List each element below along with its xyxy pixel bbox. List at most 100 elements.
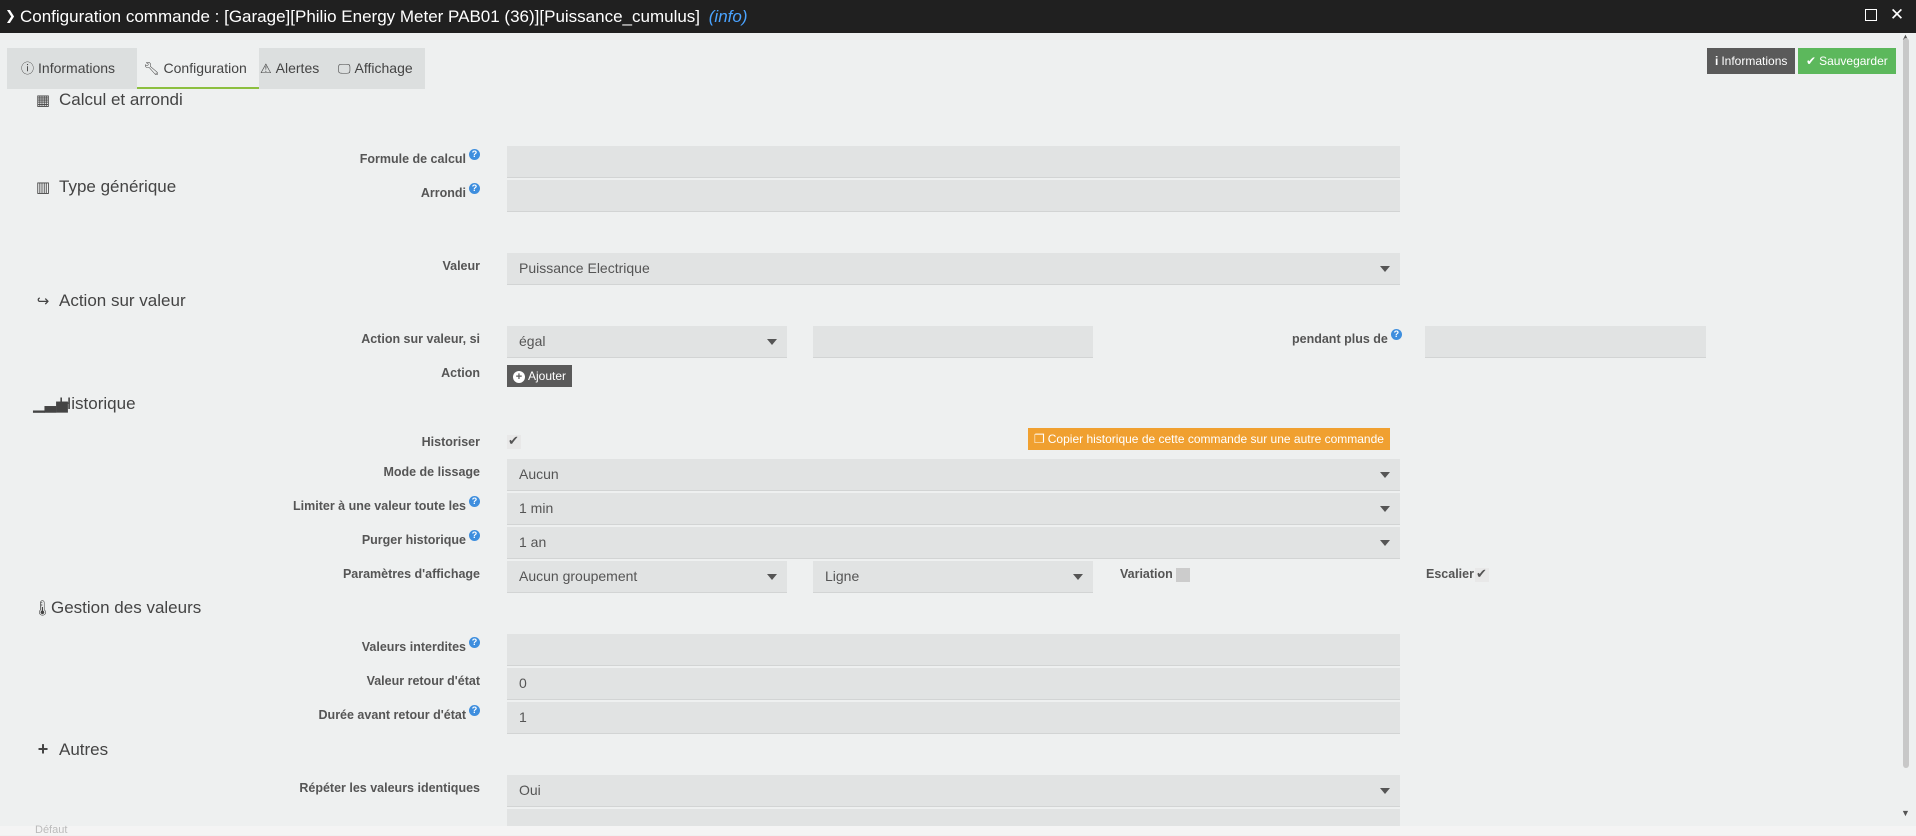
help-icon[interactable]: ?: [469, 705, 480, 716]
section-title: Historique: [59, 394, 136, 413]
section-type: ▥ Type générique: [33, 177, 176, 197]
historiser-checkbox[interactable]: ✔: [507, 433, 521, 449]
action-value-input[interactable]: [813, 326, 1093, 358]
chevron-right-icon: ❯: [5, 8, 16, 23]
section-title: Calcul et arrondi: [59, 90, 183, 109]
escalier-label: Escalier: [1426, 567, 1474, 581]
tab-configuration[interactable]: 🔧︎ Configuration: [137, 48, 259, 89]
purger-select[interactable]: 1 an: [507, 527, 1400, 559]
tab-informations[interactable]: ⓘ Informations: [21, 48, 115, 89]
select-value: 1 an: [519, 534, 547, 550]
next-field-partial[interactable]: [507, 809, 1400, 826]
copy-history-label: Copier historique de cette commande sur …: [1047, 432, 1384, 446]
chevron-down-icon: [1380, 540, 1390, 546]
wrench-icon: 🔧︎: [143, 61, 160, 76]
help-icon[interactable]: ?: [469, 183, 480, 194]
tab-label: Informations: [38, 60, 116, 76]
maximize-icon: [1865, 9, 1877, 21]
background-page-strip: Défaut: [0, 824, 1916, 836]
valeur-select[interactable]: Puissance Electrique: [507, 253, 1400, 285]
thermometer-icon: 🌡︎: [33, 600, 53, 617]
copy-icon: ❐: [1034, 432, 1045, 446]
section-historique: ▁▃▅Historique: [33, 394, 136, 414]
tab-bar: ⓘ Informations 🔧︎ Configuration ⚠ Alertes 🖵…: [7, 48, 425, 89]
limiter-label: Limiter à une valeur toute les?: [293, 496, 480, 513]
plus-icon: +: [37, 739, 49, 759]
help-icon[interactable]: ?: [469, 530, 480, 541]
monitor-icon: 🖵︎: [338, 61, 351, 76]
section-autres: + Autres: [33, 739, 108, 760]
add-action-button[interactable]: + Ajouter: [507, 365, 573, 387]
interdites-input[interactable]: [507, 634, 1400, 666]
maximize-button[interactable]: [1862, 6, 1880, 24]
section-gestion: 🌡︎Gestion des valeurs: [33, 598, 201, 618]
dialog-content: ⓘ Informations 🔧︎ Configuration ⚠ Alertes 🖵…: [0, 33, 1916, 826]
help-icon[interactable]: ?: [469, 496, 480, 507]
tab-affichage[interactable]: 🖵︎ Affichage: [338, 48, 413, 89]
label-text: Purger historique: [361, 533, 466, 547]
groupement-select[interactable]: Aucun groupement: [507, 561, 787, 593]
chevron-down-icon: [1380, 266, 1390, 272]
tab-alertes[interactable]: ⚠ Alertes: [260, 48, 319, 89]
valeur-label: Valeur: [442, 259, 480, 273]
check-circle-icon: ✔: [1806, 54, 1817, 68]
pendant-input[interactable]: [1425, 326, 1706, 358]
limiter-select[interactable]: 1 min: [507, 493, 1400, 525]
chevron-down-icon: [767, 574, 777, 580]
arrondi-input[interactable]: [507, 180, 1400, 212]
section-action: ↪ Action sur valeur: [33, 291, 186, 311]
label-text: Formule de calcul: [359, 152, 466, 166]
action-label: Action: [441, 366, 480, 380]
section-title: Gestion des valeurs: [51, 598, 202, 617]
duree-input[interactable]: 1: [507, 702, 1400, 734]
label-text: Limiter à une valeur toute les: [293, 499, 466, 513]
formule-input[interactable]: [507, 146, 1400, 178]
background-ghost-text: Défaut: [35, 824, 68, 836]
chevron-down-icon: [1073, 574, 1083, 580]
formule-label: Formule de calcul?: [359, 149, 480, 166]
add-action-label: Ajouter: [528, 369, 567, 383]
copy-history-button[interactable]: ❐ Copier historique de cette commande sur…: [1028, 428, 1390, 450]
save-button[interactable]: ✔ Sauvegarder: [1798, 48, 1896, 74]
section-title: Type générique: [59, 177, 177, 196]
help-icon[interactable]: ?: [1390, 329, 1402, 340]
help-icon[interactable]: ?: [469, 637, 480, 648]
repeter-select[interactable]: Oui: [507, 775, 1400, 807]
interdites-label: Valeurs interdites?: [362, 637, 480, 654]
style-select[interactable]: Ligne: [813, 561, 1093, 593]
label-text: pendant plus de: [1292, 332, 1388, 346]
param-affichage-label: Paramètres d'affichage: [342, 567, 480, 581]
scrollbar-thumb[interactable]: [1903, 38, 1909, 768]
info-icon: i: [1715, 54, 1719, 68]
action-operator-select[interactable]: égal: [507, 326, 787, 358]
variation-checkbox[interactable]: [1176, 568, 1190, 582]
section-title: Action sur valeur: [59, 291, 186, 310]
lissage-select[interactable]: Aucun: [507, 459, 1400, 491]
sign-out-icon: ↪: [36, 293, 50, 310]
plus-circle-icon: +: [513, 371, 525, 383]
check-icon: ✔: [1476, 566, 1487, 581]
select-value: Ligne: [825, 568, 860, 584]
tab-label: Alertes: [275, 60, 320, 76]
repeter-label: Répéter les valeurs identiques: [299, 781, 480, 795]
scroll-down-icon[interactable]: ▼: [1901, 808, 1910, 818]
window-title: Configuration commande : [Garage][Philio…: [20, 7, 748, 27]
informations-button[interactable]: i Informations: [1707, 48, 1796, 74]
variation-label: Variation: [1120, 567, 1173, 581]
section-title: Autres: [59, 740, 109, 759]
retour-input[interactable]: 0: [507, 668, 1400, 700]
select-value: Puissance Electrique: [519, 260, 650, 276]
close-button[interactable]: ✕: [1888, 6, 1906, 24]
label-text: Arrondi: [420, 186, 466, 200]
informations-button-label: Informations: [1721, 54, 1788, 68]
window-title-text: Configuration commande : [Garage][Philio…: [20, 7, 701, 26]
select-value: Aucun: [519, 466, 559, 482]
select-value: 1 min: [519, 500, 554, 516]
duree-label: Durée avant retour d'état?: [319, 705, 480, 722]
escalier-checkbox[interactable]: ✔: [1475, 566, 1489, 582]
action-si-label: Action sur valeur, si: [361, 332, 480, 346]
help-icon[interactable]: ?: [469, 149, 480, 160]
pendant-label: pendant plus de?: [1292, 329, 1402, 346]
retour-label: Valeur retour d'état: [366, 674, 480, 688]
warning-icon: ⚠: [260, 61, 272, 76]
